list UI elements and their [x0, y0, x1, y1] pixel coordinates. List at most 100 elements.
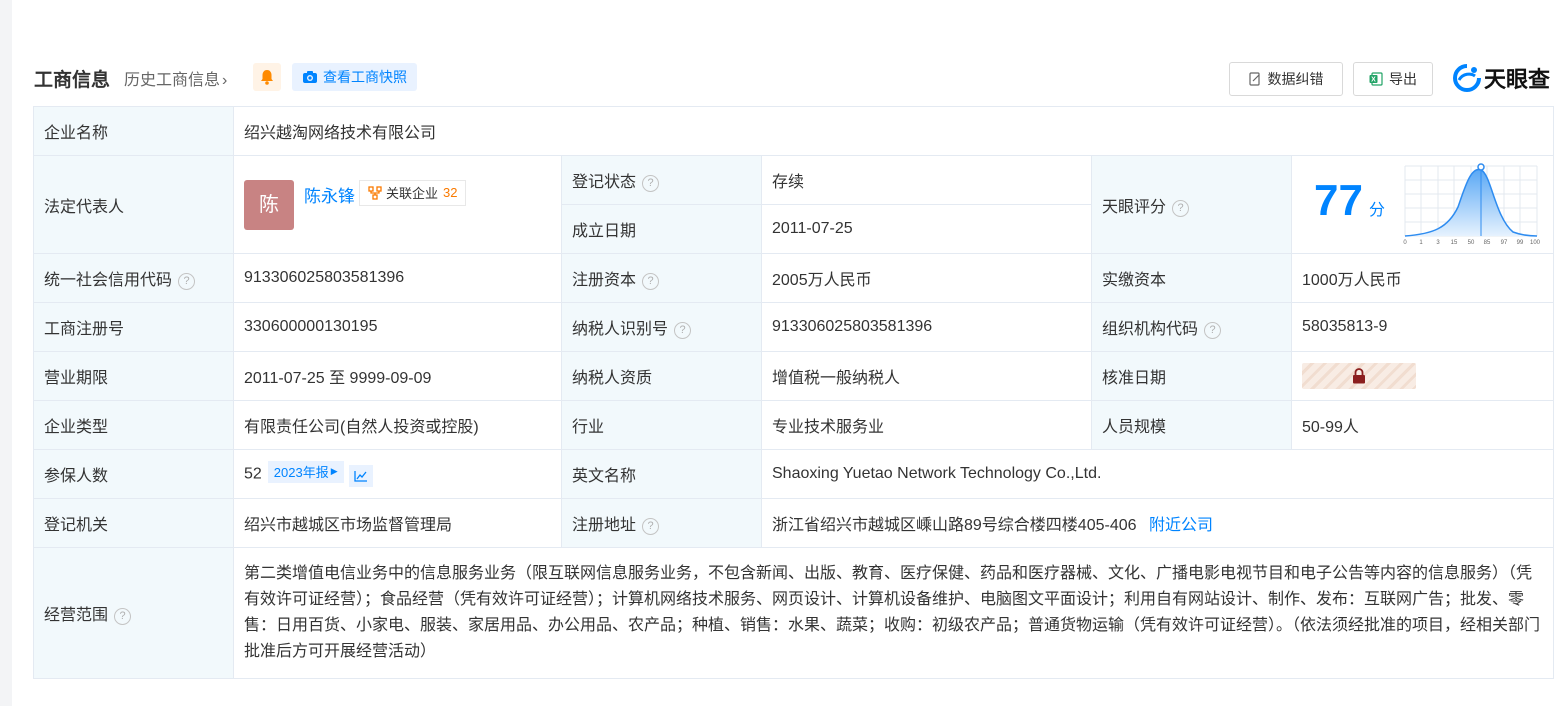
- table-row: 参保人数 52 2023年报 ▶ 英文名称 Shaoxing Yuetao Netw…: [33, 449, 1555, 499]
- related-companies-badge[interactable]: 关联企业 32: [359, 179, 467, 206]
- lock-icon: [1353, 368, 1365, 384]
- svg-text:X: X: [1371, 77, 1376, 84]
- section-title: 工商信息: [34, 70, 111, 91]
- score-tick: 3: [1436, 240, 1440, 246]
- table-row: 统一社会信用代码? 913306025803581396 注册资本? 2005万…: [33, 253, 1555, 303]
- table-row: 经营范围? 第二类增值电信业务中的信息服务业务（限互联网信息服务业务，不包含新闻…: [33, 547, 1555, 679]
- score-unit: 分: [1368, 202, 1385, 219]
- paid-capital-label: 实缴资本: [1091, 253, 1292, 303]
- reg-address-label: 注册地址?: [561, 498, 762, 548]
- related-companies-count: 32: [443, 185, 458, 200]
- score-tick: 0: [1403, 240, 1407, 246]
- insured-value: 52: [244, 465, 262, 483]
- trend-chart-icon[interactable]: [348, 465, 373, 488]
- reg-address-cell: 浙江省绍兴市越城区嵊山路89号综合楼四楼405-406 附近公司: [760, 498, 1555, 548]
- logo-text: 天眼查: [1484, 67, 1551, 92]
- business-scope-label: 经营范围?: [33, 547, 234, 679]
- help-icon[interactable]: ?: [1172, 199, 1190, 217]
- taxpayer-id-value: 913306025803581396: [761, 302, 1092, 352]
- section-header: 工商信息 历史工商信息 › 查看工商快照 数据纠错 X 导出 天眼查: [34, 60, 1554, 96]
- score-tick: 1: [1419, 240, 1423, 246]
- score-curve-area: [1405, 169, 1537, 236]
- history-link-label: 历史工商信息: [124, 72, 221, 89]
- tianyancha-logo: 天眼查: [1453, 63, 1550, 93]
- founded-label: 成立日期: [561, 204, 762, 254]
- score-cell: 77 分 0 1 3 15 50 85 97 99 100: [1290, 155, 1555, 254]
- credit-code-label: 统一社会信用代码?: [33, 253, 234, 303]
- history-link[interactable]: 历史工商信息 ›: [124, 66, 227, 90]
- company-name-value: 绍兴越淘网络技术有限公司: [232, 106, 1555, 156]
- business-scope-value: 第二类增值电信业务中的信息服务业务（限互联网信息服务业务，不包含新闻、出版、教育…: [232, 547, 1555, 679]
- reg-number-value: 330600000130195: [233, 302, 562, 352]
- reg-authority-value: 绍兴市越城区市场监督管理局: [233, 498, 562, 548]
- score-tick: 15: [1451, 240, 1458, 246]
- reg-status-label: 登记状态?: [561, 155, 762, 205]
- help-icon[interactable]: ?: [642, 518, 660, 535]
- data-correction-label: 数据纠错: [1267, 71, 1324, 87]
- company-name-label: 企业名称: [33, 106, 234, 156]
- reg-capital-label: 注册资本?: [561, 253, 762, 303]
- camera-icon: [303, 71, 317, 83]
- snapshot-button[interactable]: 查看工商快照: [292, 63, 417, 91]
- reg-status-value: 存续: [761, 155, 1092, 205]
- taxpayer-id-label: 纳税人识别号?: [561, 302, 762, 352]
- score-marker-dot: [1477, 163, 1485, 171]
- reg-number-label: 工商注册号: [33, 302, 234, 352]
- locked-field[interactable]: [1302, 363, 1416, 389]
- reg-authority-label: 登记机关: [33, 498, 234, 548]
- table-row: 企业名称 绍兴越淘网络技术有限公司: [33, 106, 1555, 156]
- score-value-wrap: 77 分: [1314, 176, 1385, 226]
- staff-size-label: 人员规模: [1091, 400, 1292, 450]
- english-name-label: 英文名称: [561, 449, 762, 499]
- legal-rep-name-link[interactable]: 陈永锋: [304, 182, 355, 207]
- chevron-right-icon: ›: [222, 72, 228, 89]
- taxpayer-quality-value: 增值税一般纳税人: [761, 351, 1092, 401]
- org-code-value: 58035813-9: [1290, 302, 1555, 352]
- staff-size-value: 50-99人: [1290, 400, 1555, 450]
- help-icon[interactable]: ?: [1204, 322, 1222, 339]
- annual-report-tag[interactable]: 2023年报 ▶: [267, 460, 344, 483]
- table-row: 登记机关 绍兴市越城区市场监督管理局 注册地址? 浙江省绍兴市越城区嵊山路89号…: [33, 498, 1555, 548]
- table-row: 营业期限 2011-07-25 至 9999-09-09 纳税人资质 增值税一般…: [33, 351, 1555, 401]
- approval-date-label: 核准日期: [1091, 351, 1292, 401]
- bell-icon[interactable]: [253, 63, 281, 91]
- help-icon[interactable]: ?: [642, 175, 660, 192]
- data-correction-button[interactable]: 数据纠错: [1229, 62, 1343, 96]
- reg-address-value: 浙江省绍兴市越城区嵊山路89号综合楼四楼405-406: [772, 517, 1137, 534]
- industry-value: 专业技术服务业: [761, 400, 1092, 450]
- network-icon: [368, 185, 382, 200]
- score-distribution-chart: 0 1 3 15 50 85 97 99 100: [1403, 163, 1541, 246]
- table-row: 法定代表人 陈 陈永锋 关联企业 32 登记状态? 存续 天眼评分? 77 分: [33, 155, 1555, 254]
- nearby-companies-link[interactable]: 附近公司: [1149, 517, 1213, 534]
- score-label: 天眼评分?: [1091, 155, 1292, 254]
- caret-right-icon: ▶: [330, 466, 338, 477]
- table-row: 工商注册号 330600000130195 纳税人识别号? 9133060258…: [33, 302, 1555, 352]
- edit-doc-icon: [1248, 72, 1260, 86]
- avatar: 陈: [244, 179, 294, 230]
- company-type-value: 有限责任公司(自然人投资或控股): [233, 400, 562, 450]
- help-icon[interactable]: ?: [114, 608, 132, 625]
- score-tick: 50: [1468, 240, 1475, 246]
- reg-capital-value: 2005万人民币: [761, 253, 1092, 303]
- approval-date-cell: [1290, 351, 1555, 401]
- export-label: 导出: [1389, 71, 1417, 87]
- table-row: 企业类型 有限责任公司(自然人投资或控股) 行业 专业技术服务业 人员规模 50…: [33, 400, 1555, 450]
- logo-eye-icon: [1453, 64, 1481, 92]
- credit-code-value: 913306025803581396: [233, 253, 562, 303]
- industry-label: 行业: [561, 400, 762, 450]
- business-info-table: 企业名称 绍兴越淘网络技术有限公司 法定代表人 陈 陈永锋 关联企业 32 登记…: [33, 106, 1555, 679]
- left-gutter: [0, 0, 12, 706]
- insured-label: 参保人数: [33, 449, 234, 499]
- insured-cell: 52 2023年报 ▶: [233, 449, 562, 499]
- org-code-label: 组织机构代码?: [1091, 302, 1292, 352]
- help-icon[interactable]: ?: [674, 322, 692, 339]
- score-number: 77: [1314, 176, 1363, 225]
- export-button[interactable]: X 导出: [1353, 62, 1433, 96]
- help-icon[interactable]: ?: [178, 273, 196, 290]
- score-tick: 97: [1501, 240, 1508, 246]
- help-icon[interactable]: ?: [642, 273, 660, 290]
- related-companies-label: 关联企业: [386, 186, 439, 201]
- score-tick: 99: [1517, 240, 1524, 246]
- legal-rep-label: 法定代表人: [33, 155, 234, 254]
- paid-capital-value: 1000万人民币: [1290, 253, 1555, 303]
